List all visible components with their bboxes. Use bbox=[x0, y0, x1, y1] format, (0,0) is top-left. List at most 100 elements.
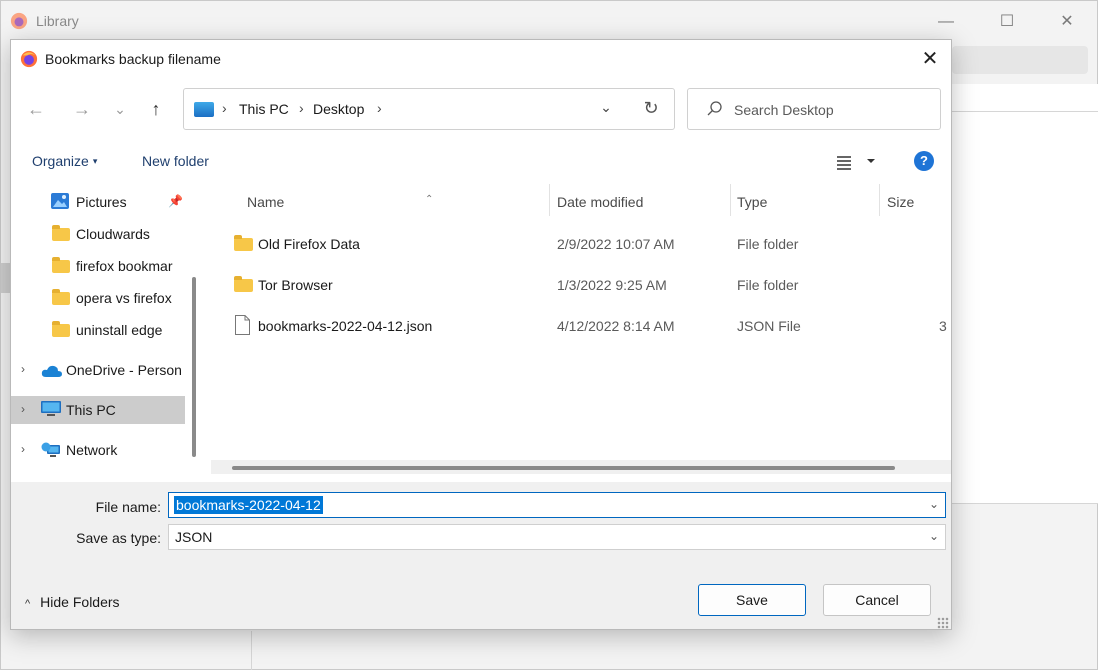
file-row[interactable]: Tor Browser 1/3/2022 9:25 AM File folder bbox=[211, 267, 951, 303]
firefox-icon bbox=[20, 50, 38, 68]
folder-icon bbox=[52, 257, 70, 273]
cancel-button[interactable]: Cancel bbox=[823, 584, 931, 616]
library-divider bbox=[251, 631, 252, 670]
chevron-down-icon[interactable]: ⌄ bbox=[929, 529, 939, 543]
filename-field[interactable]: bookmarks-2022-04-12 ⌄ bbox=[168, 492, 946, 518]
pin-icon[interactable]: 📌 bbox=[168, 194, 183, 208]
file-name: Old Firefox Data bbox=[258, 236, 360, 252]
sidebar-item-network[interactable]: › Network bbox=[11, 436, 185, 464]
pc-icon bbox=[41, 401, 61, 416]
sidebar-item-label: OneDrive - Person bbox=[66, 362, 182, 378]
address-dropdown-icon[interactable]: ⌄ bbox=[594, 99, 618, 121]
sidebar-item-this-pc[interactable]: › This PC bbox=[11, 396, 185, 424]
hide-folders-label: Hide Folders bbox=[40, 594, 120, 610]
pc-icon bbox=[194, 102, 214, 117]
navigation-pane: Pictures 📌 Cloudwards firefox bookmar op… bbox=[11, 184, 203, 482]
library-content-panel bbox=[952, 84, 1098, 504]
file-row[interactable]: bookmarks-2022-04-12.json 4/12/2022 8:14… bbox=[211, 308, 951, 344]
filename-value[interactable]: bookmarks-2022-04-12 bbox=[174, 496, 323, 514]
file-row[interactable]: Old Firefox Data 2/9/2022 10:07 AM File … bbox=[211, 226, 951, 262]
horizontal-scrollbar-thumb[interactable] bbox=[232, 466, 895, 470]
close-button[interactable]: ✕ bbox=[1044, 9, 1090, 35]
library-column-header bbox=[952, 84, 1098, 112]
column-divider[interactable] bbox=[730, 184, 731, 216]
help-icon[interactable]: ? bbox=[914, 151, 934, 171]
chevron-right-icon[interactable]: › bbox=[21, 362, 25, 376]
file-type: JSON File bbox=[737, 318, 801, 334]
file-date: 4/12/2022 8:14 AM bbox=[557, 318, 675, 334]
file-type: File folder bbox=[737, 236, 799, 252]
breadcrumb-separator[interactable]: › bbox=[299, 100, 304, 116]
library-title: Library bbox=[36, 13, 79, 29]
chevron-up-icon: ^ bbox=[25, 598, 31, 610]
minimize-button[interactable]: — bbox=[923, 9, 969, 35]
column-header-name[interactable]: Name ⌃ bbox=[247, 190, 547, 222]
save-as-type-value: JSON bbox=[175, 529, 213, 545]
recent-locations-button[interactable]: ⌄ bbox=[105, 96, 135, 122]
refresh-icon[interactable]: ↻ bbox=[639, 98, 663, 122]
hide-folders-button[interactable]: ^ Hide Folders bbox=[25, 594, 120, 610]
breadcrumb-separator[interactable]: › bbox=[222, 100, 227, 116]
sidebar-item-pictures[interactable]: Pictures 📌 bbox=[11, 188, 185, 216]
save-as-type-select[interactable]: JSON ⌄ bbox=[168, 524, 946, 550]
breadcrumb-separator[interactable]: › bbox=[377, 100, 382, 116]
resize-grip-icon[interactable] bbox=[937, 617, 949, 629]
file-date: 2/9/2022 10:07 AM bbox=[557, 236, 675, 252]
address-bar[interactable]: › This PC › Desktop › ⌄ ↻ bbox=[183, 88, 675, 130]
list-view-icon bbox=[837, 156, 851, 170]
column-header-date[interactable]: Date modified bbox=[557, 190, 727, 222]
column-header-size[interactable]: Size bbox=[887, 190, 947, 222]
search-icon bbox=[707, 101, 722, 116]
maximize-button[interactable]: ☐ bbox=[984, 9, 1030, 35]
sidebar-item-firefox-bookmarks[interactable]: firefox bookmar bbox=[11, 252, 185, 280]
folder-icon bbox=[52, 321, 70, 337]
library-search[interactable] bbox=[952, 46, 1088, 74]
forward-button[interactable]: → bbox=[67, 96, 97, 122]
column-label: Name bbox=[247, 194, 285, 210]
column-divider[interactable] bbox=[879, 184, 880, 216]
chevron-right-icon[interactable]: › bbox=[21, 402, 25, 416]
save-button[interactable]: Save bbox=[698, 584, 806, 616]
file-list: Name ⌃ Date modified Type Size Old Firef… bbox=[211, 184, 951, 482]
sidebar-item-label: Cloudwards bbox=[76, 226, 150, 242]
search-box[interactable] bbox=[687, 88, 941, 130]
column-header-type[interactable]: Type bbox=[737, 190, 877, 222]
filename-label: File name: bbox=[95, 499, 161, 515]
command-bar: Organize ▾ New folder ? bbox=[11, 138, 951, 184]
breadcrumb-this-pc[interactable]: This PC bbox=[239, 101, 289, 117]
sidebar-item-cloudwards[interactable]: Cloudwards bbox=[11, 220, 185, 248]
sidebar-item-opera-vs-firefox[interactable]: opera vs firefox bbox=[11, 284, 185, 312]
save-as-type-label: Save as type: bbox=[76, 530, 161, 546]
save-dialog: Bookmarks backup filename ✕ ← → ⌄ ↑ › Th… bbox=[10, 39, 952, 630]
folder-icon bbox=[52, 225, 70, 241]
organize-label: Organize bbox=[32, 153, 89, 169]
file-name: bookmarks-2022-04-12.json bbox=[258, 318, 433, 334]
dialog-close-button[interactable]: ✕ bbox=[913, 44, 947, 74]
sidebar-item-label: uninstall edge bbox=[76, 322, 163, 338]
view-options-button[interactable] bbox=[833, 152, 879, 172]
sidebar-item-uninstall-edge[interactable]: uninstall edge bbox=[11, 316, 185, 344]
dialog-titlebar: Bookmarks backup filename ✕ bbox=[11, 40, 951, 78]
new-folder-button[interactable]: New folder bbox=[142, 153, 209, 169]
navigation-pane-scrollbar[interactable] bbox=[192, 277, 196, 457]
up-button[interactable]: ↑ bbox=[141, 96, 171, 122]
library-titlebar: Library — ☐ ✕ bbox=[1, 1, 1097, 41]
sidebar-item-label: This PC bbox=[66, 402, 116, 418]
folder-icon bbox=[234, 235, 253, 251]
sidebar-item-onedrive[interactable]: › OneDrive - Person bbox=[11, 356, 185, 384]
sidebar-item-label: firefox bookmar bbox=[76, 258, 173, 274]
back-button[interactable]: ← bbox=[21, 96, 51, 122]
file-name: Tor Browser bbox=[258, 277, 333, 293]
search-input[interactable] bbox=[734, 99, 924, 121]
chevron-down-icon[interactable]: ⌄ bbox=[929, 497, 939, 511]
sidebar-item-label: Network bbox=[66, 442, 118, 458]
navigation-bar: ← → ⌄ ↑ › This PC › Desktop › ⌄ ↻ bbox=[11, 78, 951, 138]
sort-ascending-icon: ⌃ bbox=[425, 194, 434, 205]
save-options-panel: File name: bookmarks-2022-04-12 ⌄ Save a… bbox=[11, 482, 951, 629]
network-icon bbox=[41, 442, 60, 457]
column-divider[interactable] bbox=[549, 184, 550, 216]
organize-button[interactable]: Organize ▾ bbox=[32, 153, 97, 169]
caret-down-icon: ▾ bbox=[92, 156, 98, 166]
breadcrumb-desktop[interactable]: Desktop bbox=[313, 101, 364, 117]
chevron-right-icon[interactable]: › bbox=[21, 442, 25, 456]
